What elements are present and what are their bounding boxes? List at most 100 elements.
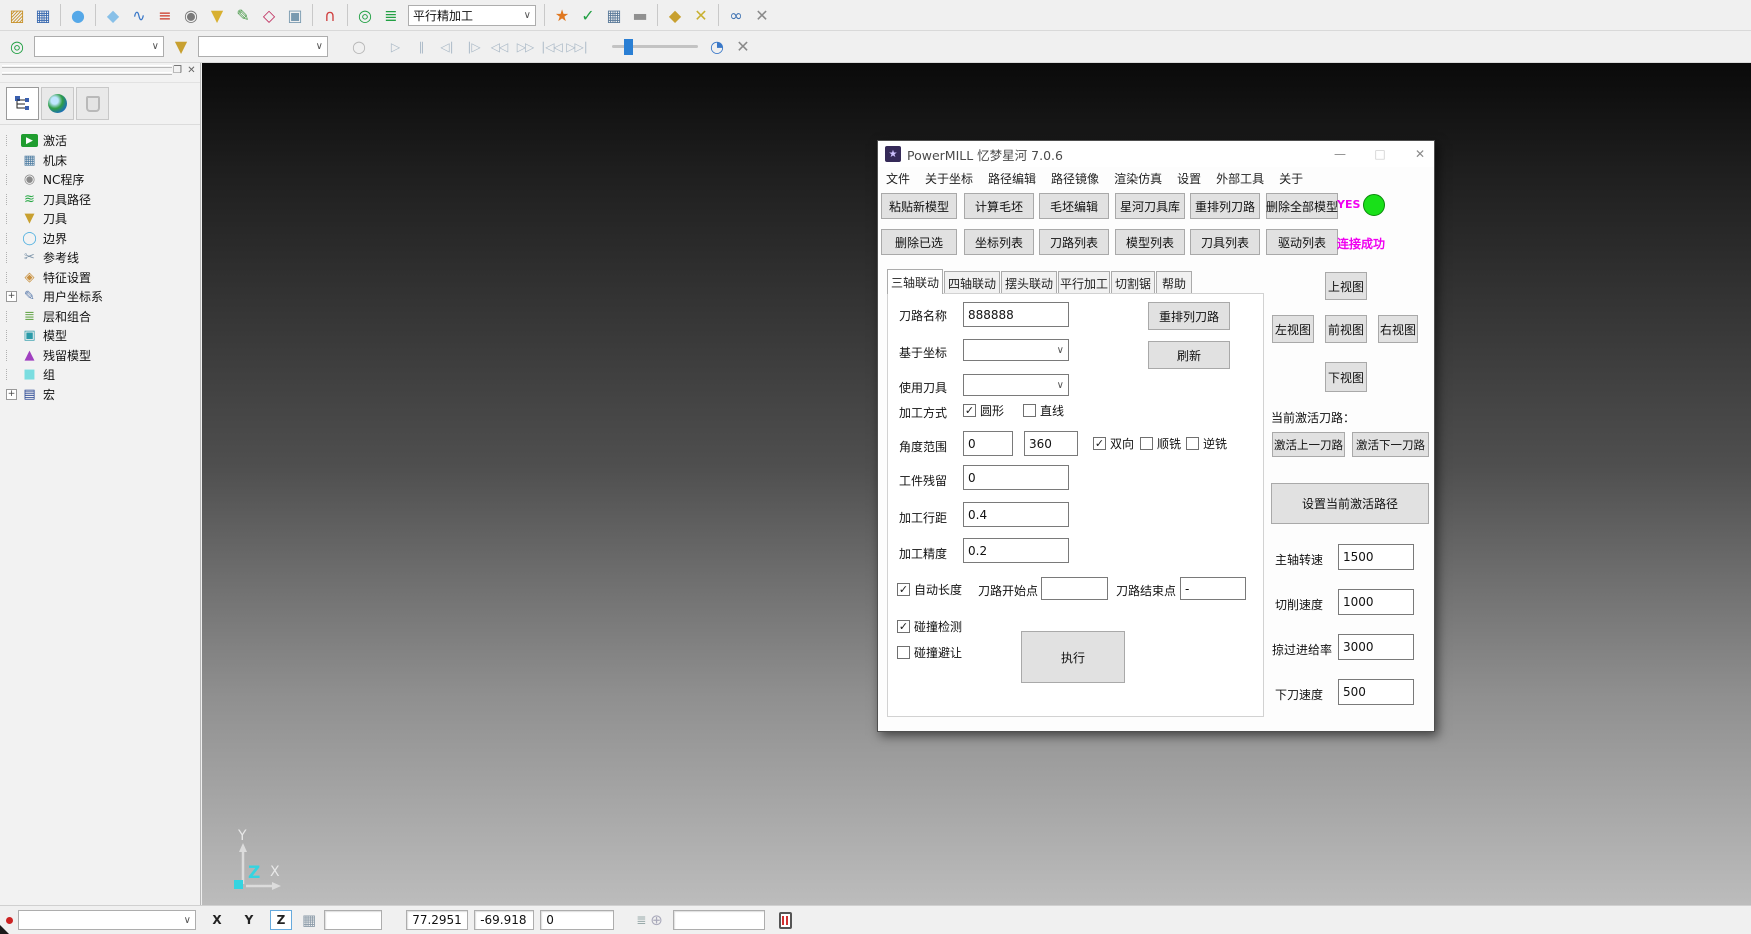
tool-pair-icon[interactable]: ◆ — [663, 3, 687, 27]
tree-item-boundary[interactable]: ◯边界 — [4, 229, 200, 249]
axis-x-button[interactable]: X — [206, 910, 228, 930]
conventional-mill-checkbox[interactable]: 逆铣 — [1186, 435, 1227, 452]
toolpath-strategy-icon[interactable]: ◎ — [353, 3, 377, 27]
menu-item-关于坐标[interactable]: 关于坐标 — [925, 170, 973, 187]
strategy-dropdown[interactable]: 平行精加工∨ — [408, 5, 536, 26]
binoculars-icon[interactable]: ∞ — [724, 3, 748, 27]
rewind-icon[interactable]: ◁◁ — [487, 35, 511, 59]
panel-restore-icon[interactable]: ❐ — [171, 64, 184, 77]
action-button-删除全部模型[interactable]: 删除全部模型 — [1266, 193, 1338, 219]
action-button-刀具列表[interactable]: 刀具列表 — [1190, 229, 1260, 255]
tree-item-toolpath[interactable]: ≋刀具路径 — [4, 190, 200, 210]
collision-avoid-checkbox[interactable]: 碰撞避让 — [897, 644, 962, 661]
menu-item-文件[interactable]: 文件 — [886, 170, 910, 187]
minimize-icon[interactable]: — — [1332, 147, 1348, 161]
tree-item-stock-model[interactable]: ▲残留模型 — [4, 346, 200, 366]
toolpath-draw-icon[interactable]: ∿ — [127, 3, 151, 27]
view-bottom-button[interactable]: 下视图 — [1325, 362, 1367, 392]
plunge-feed-input[interactable] — [1338, 679, 1414, 705]
angle-from-input[interactable] — [963, 431, 1013, 456]
tool-holder-icon[interactable]: ▼ — [205, 3, 229, 27]
fast-forward-icon[interactable]: ▷▷ — [513, 35, 537, 59]
grid-icon[interactable]: ▦ — [302, 911, 316, 929]
stepover-input[interactable] — [963, 502, 1069, 527]
based-coord-dropdown[interactable]: ∨ — [963, 339, 1069, 361]
auto-length-checkbox[interactable]: 自动长度 — [897, 581, 962, 598]
light-bulb-icon[interactable]: ○ — [347, 35, 371, 59]
menu-item-路径镜像[interactable]: 路径镜像 — [1051, 170, 1099, 187]
workplane-dropdown[interactable]: ∨ — [18, 910, 196, 930]
pause-icon[interactable]: ∥ — [409, 35, 433, 59]
tree-item-machine[interactable]: ▦机床 — [4, 151, 200, 171]
use-tool-dropdown[interactable]: ∨ — [963, 374, 1069, 396]
start-point-input[interactable] — [1041, 577, 1108, 600]
coord-y-field[interactable]: -69.918 — [474, 910, 534, 930]
spindle-speed-input[interactable] — [1338, 544, 1414, 570]
tree-item-nc-program[interactable]: ◉NC程序 — [4, 170, 200, 190]
simulate-toolpath-icon[interactable]: ◎ — [5, 35, 29, 59]
tool-block-icon[interactable]: ▣ — [283, 3, 307, 27]
tab-trash[interactable] — [76, 87, 109, 120]
collision-arc-icon[interactable]: ∩ — [318, 3, 342, 27]
close-toolbar-icon[interactable]: ✕ — [750, 3, 774, 27]
end-point-input[interactable] — [1180, 577, 1246, 600]
bidirectional-checkbox[interactable]: 双向 — [1093, 435, 1134, 452]
cutting-feed-input[interactable] — [1338, 589, 1414, 615]
stock-remain-input[interactable] — [963, 465, 1069, 490]
close-sim-toolbar-icon[interactable]: ✕ — [731, 35, 755, 59]
menu-item-外部工具[interactable]: 外部工具 — [1216, 170, 1264, 187]
tree-item-model[interactable]: ▣模型 — [4, 326, 200, 346]
rearrange-toolpaths-button[interactable]: 重排列刀路 — [1148, 302, 1230, 330]
view-right-button[interactable]: 右视图 — [1378, 315, 1418, 343]
menu-item-设置[interactable]: 设置 — [1177, 170, 1201, 187]
angle-to-input[interactable] — [1024, 431, 1078, 456]
tab-globe[interactable] — [41, 87, 74, 120]
strategy-list-icon[interactable]: ≣ — [379, 3, 403, 27]
activate-prev-toolpath-button[interactable]: 激活上一刀路 — [1272, 432, 1345, 457]
sim-toolpath-dropdown[interactable]: ∨ — [34, 36, 164, 57]
action-button-坐标列表[interactable]: 坐标列表 — [964, 229, 1034, 255]
climb-mill-checkbox[interactable]: 顺铣 — [1140, 435, 1181, 452]
set-active-path-button[interactable]: 设置当前激活路径 — [1271, 483, 1429, 524]
clock-icon[interactable]: ◔ — [705, 35, 729, 59]
dialog-tab-四轴联动[interactable]: 四轴联动 — [944, 271, 1000, 294]
step-back-icon[interactable]: ◁∣ — [435, 35, 459, 59]
view-left-button[interactable]: 左视图 — [1272, 315, 1314, 343]
action-button-计算毛坯[interactable]: 计算毛坯 — [964, 193, 1034, 219]
skim-feed-input[interactable] — [1338, 634, 1414, 660]
expand-plus-icon[interactable]: + — [6, 389, 17, 400]
expand-plus-icon[interactable]: + — [6, 291, 17, 302]
slider-handle[interactable] — [624, 39, 633, 55]
sidebar-grip[interactable]: ❐ ✕ — [0, 63, 200, 83]
pattern-points-icon[interactable]: ◇ — [257, 3, 281, 27]
circular-checkbox[interactable]: 圆形 — [963, 402, 1004, 419]
maximize-icon[interactable]: □ — [1372, 147, 1388, 161]
tree-item-macro[interactable]: +▤宏 — [4, 385, 200, 405]
tool-star-icon[interactable]: ★ — [550, 3, 574, 27]
dialog-tab-帮助[interactable]: 帮助 — [1156, 271, 1192, 294]
tree-item-group[interactable]: ■组 — [4, 365, 200, 385]
go-start-icon[interactable]: ∣◁◁ — [539, 35, 563, 59]
block-icon[interactable]: ◆ — [101, 3, 125, 27]
dialog-tab-摆头联动[interactable]: 摆头联动 — [1001, 271, 1057, 294]
play-icon[interactable]: ▷ — [383, 35, 407, 59]
sim-tool-dropdown[interactable]: ∨ — [198, 36, 328, 57]
collision-check-checkbox[interactable]: 碰撞检测 — [897, 618, 962, 635]
dialog-tab-平行加工[interactable]: 平行加工 — [1058, 271, 1110, 294]
preview-sphere-icon[interactable]: ● — [66, 3, 90, 27]
transform-arrows-icon[interactable]: ✕ — [689, 3, 713, 27]
close-icon[interactable]: ✕ — [1412, 147, 1428, 161]
go-end-icon[interactable]: ▷▷∣ — [565, 35, 589, 59]
dialog-titlebar[interactable]: ★ PowerMILL 忆梦星河 7.0.6 — □ ✕ — [878, 141, 1434, 167]
linear-checkbox[interactable]: 直线 — [1023, 402, 1064, 419]
tool-check-icon[interactable]: ✓ — [576, 3, 600, 27]
tree-item-levels[interactable]: ≣层和组合 — [4, 307, 200, 327]
panel-close-icon[interactable]: ✕ — [185, 64, 198, 77]
feed-rate-icon[interactable]: ≡ — [153, 3, 177, 27]
coord-x-field[interactable]: 77.2951 — [406, 910, 468, 930]
step-forward-icon[interactable]: ∣▷ — [461, 35, 485, 59]
tree-item-pattern[interactable]: ✂参考线 — [4, 248, 200, 268]
view-top-button[interactable]: 上视图 — [1325, 272, 1367, 300]
action-button-删除已选[interactable]: 删除已选 — [881, 229, 957, 255]
open-file-icon[interactable]: ▨ — [5, 3, 29, 27]
